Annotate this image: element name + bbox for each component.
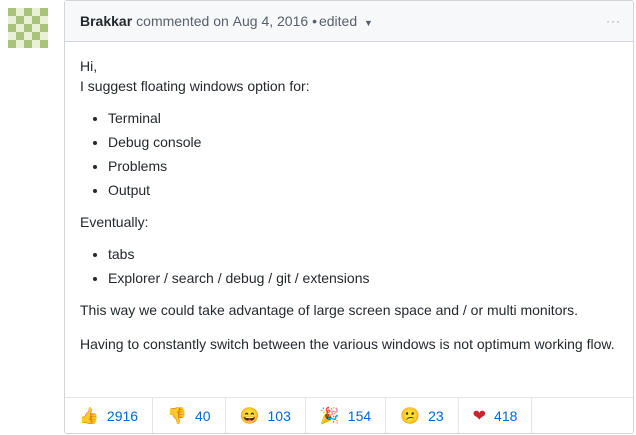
heart-icon: ❤ bbox=[472, 407, 487, 425]
list-item: Terminal bbox=[108, 108, 618, 128]
reaction-count: 418 bbox=[494, 407, 518, 424]
list-item: Output bbox=[108, 180, 618, 200]
hooray-icon: 🎉 bbox=[319, 407, 340, 425]
comment-body: Hi, I suggest floating windows option fo… bbox=[65, 42, 633, 354]
author-link[interactable]: Brakkar bbox=[80, 13, 132, 29]
more-options-icon[interactable]: ··· bbox=[606, 14, 621, 28]
separator: • bbox=[312, 13, 317, 29]
chevron-down-icon: ▼ bbox=[364, 18, 373, 28]
paragraph: Having to constantly switch between the … bbox=[80, 336, 615, 352]
reaction-heart[interactable]: ❤ 418 bbox=[459, 398, 533, 433]
reaction-count: 23 bbox=[428, 407, 444, 424]
confused-icon: 😕 bbox=[400, 407, 421, 425]
comment-header: Brakkar commented on Aug 4, 2016 • edite… bbox=[65, 1, 633, 42]
edited-dropdown[interactable]: edited ▼ bbox=[319, 13, 373, 29]
reaction-count: 154 bbox=[347, 407, 372, 424]
reaction-count: 103 bbox=[267, 407, 291, 424]
list-item: tabs bbox=[108, 244, 618, 264]
thumbs-down-icon: 👎 bbox=[167, 407, 187, 425]
suggestion-list: Terminal Debug console Problems Output bbox=[80, 108, 618, 200]
laugh-icon: 😄 bbox=[239, 407, 260, 425]
reactions-bar: 👍 2916 👎 40 😄 103 🎉 154 😕 23 ❤ 418 bbox=[65, 397, 633, 433]
comment-card: Brakkar commented on Aug 4, 2016 • edite… bbox=[64, 0, 634, 434]
list-item: Problems bbox=[108, 156, 618, 176]
edited-label: edited bbox=[318, 13, 358, 29]
reaction-thumbs-down[interactable]: 👎 40 bbox=[153, 398, 226, 433]
reaction-confused[interactable]: 😕 23 bbox=[386, 398, 459, 433]
list-item: Explorer / search / debug / git / extens… bbox=[108, 268, 618, 288]
greeting-text: Hi, bbox=[80, 58, 98, 74]
comment-date[interactable]: Aug 4, 2016 bbox=[233, 13, 309, 29]
reaction-count: 2916 bbox=[106, 407, 139, 424]
intro-text: I suggest floating windows option for: bbox=[80, 78, 310, 94]
reaction-thumbs-up[interactable]: 👍 2916 bbox=[65, 398, 154, 433]
reaction-laugh[interactable]: 😄 103 bbox=[226, 398, 306, 433]
list-item: Debug console bbox=[108, 132, 618, 152]
thumbs-up-icon: 👍 bbox=[79, 407, 99, 425]
reaction-hooray[interactable]: 🎉 154 bbox=[306, 398, 387, 433]
avatar[interactable] bbox=[8, 8, 48, 48]
eventually-list: tabs Explorer / search / debug / git / e… bbox=[80, 244, 618, 288]
comment-action: commented on bbox=[136, 13, 229, 29]
eventually-text: Eventually: bbox=[80, 214, 149, 230]
reaction-count: 40 bbox=[195, 407, 211, 424]
paragraph: This way we could take advantage of larg… bbox=[80, 302, 579, 318]
